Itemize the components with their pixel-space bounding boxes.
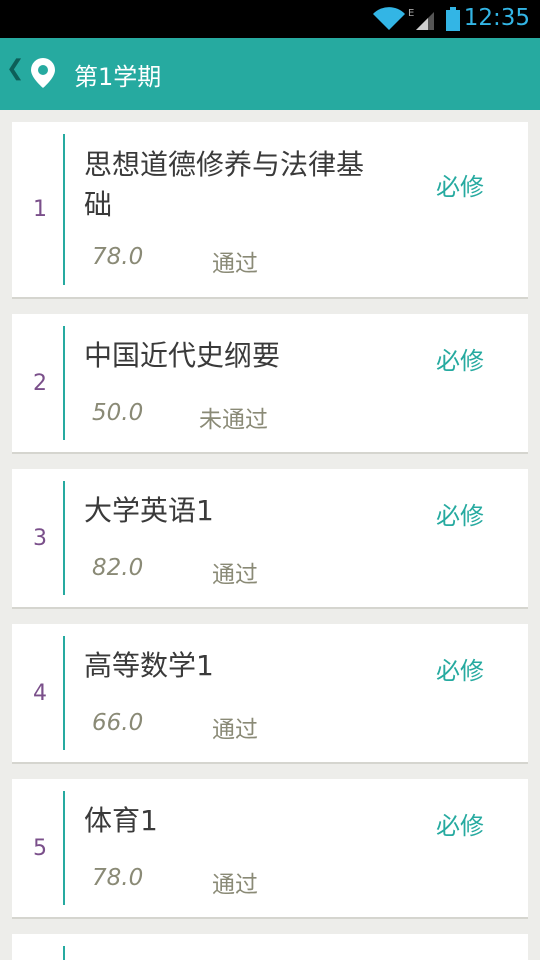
card-divider [63, 636, 65, 750]
card-divider [63, 134, 65, 285]
course-name: 大学英语1 [84, 494, 214, 527]
course-type: 必修 [436, 347, 484, 375]
course-score: 78.0 [92, 865, 144, 891]
status-time: 12:35 [463, 5, 530, 31]
course-card[interactable]: 1 思想道德修养与法律基础 必修 78.0 通过 [12, 122, 528, 299]
card-divider [63, 326, 65, 440]
card-divider [63, 791, 65, 905]
course-score: 66.0 [92, 710, 144, 736]
course-index: 2 [33, 371, 47, 396]
battery-icon [446, 7, 460, 31]
signal-icon: E [408, 8, 434, 30]
page-title: 第1学期 [74, 63, 162, 91]
course-index: 4 [33, 681, 47, 706]
course-result: 通过 [212, 562, 258, 588]
app-bar: ❮ 第1学期 [0, 38, 540, 110]
status-icons: E [372, 6, 464, 32]
course-index: 3 [33, 526, 47, 551]
course-result: 通过 [212, 717, 258, 743]
course-card[interactable]: 4 高等数学1 必修 66.0 通过 [12, 624, 528, 764]
course-index: 5 [33, 836, 47, 861]
chevron-left-icon[interactable]: ❮ [6, 56, 24, 81]
course-result: 未通过 [199, 407, 268, 433]
status-bar: E 12:35 [0, 0, 540, 38]
course-score: 50.0 [92, 400, 144, 426]
course-card[interactable]: 3 大学英语1 必修 82.0 通过 [12, 469, 528, 609]
course-type: 必修 [436, 812, 484, 840]
map-pin-icon[interactable] [28, 56, 58, 90]
course-name: 体育1 [84, 804, 158, 837]
course-score: 78.0 [92, 244, 144, 270]
network-type-label: E [408, 8, 414, 19]
wifi-icon [373, 7, 405, 30]
card-divider [63, 946, 65, 960]
course-type: 必修 [436, 657, 484, 685]
course-result: 通过 [212, 872, 258, 898]
course-type: 必修 [436, 502, 484, 530]
course-card[interactable]: 2 中国近代史纲要 必修 50.0 未通过 [12, 314, 528, 454]
course-name: 思想道德修养与法律基础 [84, 148, 365, 221]
course-card[interactable]: 5 体育1 必修 78.0 通过 [12, 779, 528, 919]
course-score: 82.0 [92, 555, 144, 581]
course-result: 通过 [212, 251, 258, 277]
course-card-partial[interactable] [12, 934, 528, 960]
course-name: 中国近代史纲要 [84, 339, 281, 372]
course-name: 高等数学1 [84, 649, 214, 682]
card-divider [63, 481, 65, 595]
course-type: 必修 [436, 173, 484, 201]
course-index: 1 [33, 197, 47, 222]
